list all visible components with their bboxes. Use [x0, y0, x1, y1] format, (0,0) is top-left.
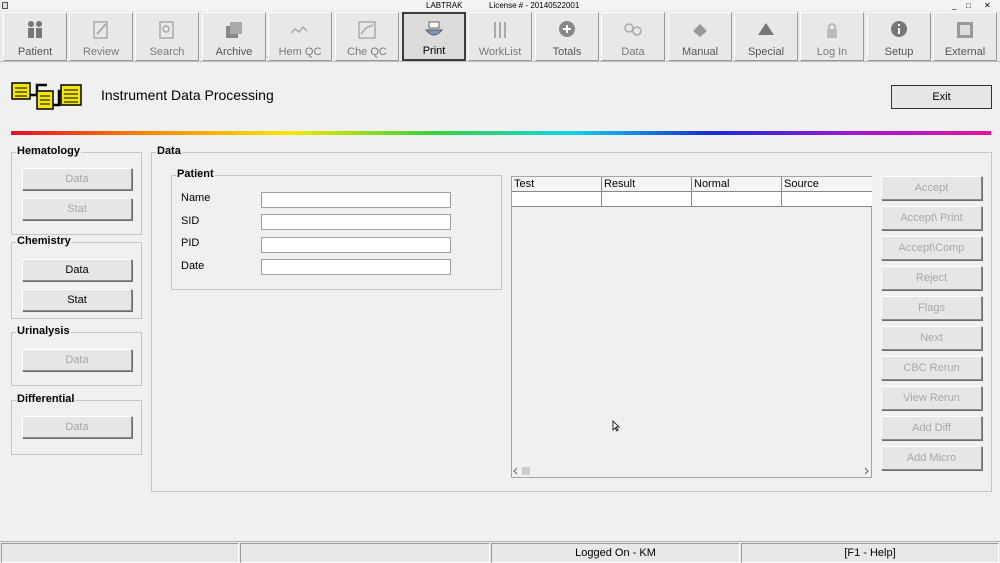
- horizontal-scrollbar[interactable]: [512, 465, 871, 477]
- cell-test[interactable]: [512, 192, 602, 207]
- chemistry-stat-button[interactable]: Stat: [22, 289, 132, 311]
- review-icon: [93, 21, 108, 39]
- hematology-data-button[interactable]: Data: [22, 168, 132, 190]
- accept-button[interactable]: Accept: [881, 176, 982, 200]
- status-bar: Logged On - KM [F1 - Help]: [0, 541, 1000, 563]
- toolbar-special-button[interactable]: Special: [734, 12, 798, 61]
- accept-comp-button[interactable]: Accept\Comp: [881, 236, 982, 260]
- lock-icon: [827, 23, 837, 38]
- column-test[interactable]: Test: [512, 177, 602, 192]
- toolbar-data-button[interactable]: Data: [601, 12, 665, 61]
- flags-button[interactable]: Flags: [881, 296, 982, 320]
- help-hint: [F1 - Help]: [741, 543, 999, 563]
- scroll-right-icon: [864, 467, 869, 475]
- close-button[interactable]: ✕: [984, 0, 991, 11]
- name-field[interactable]: [261, 192, 451, 208]
- toolbar-totals-button[interactable]: Totals: [535, 12, 599, 61]
- grid-header: Test Result Normal Source: [512, 177, 872, 192]
- sid-field[interactable]: [261, 214, 451, 230]
- app-logo: [11, 82, 82, 110]
- pid-field[interactable]: [261, 237, 451, 253]
- cbc-rerun-button[interactable]: CBC Rerun: [881, 356, 982, 380]
- archive-icon: [226, 22, 242, 38]
- info-icon: [891, 21, 907, 37]
- toolbar-hem-qc-button[interactable]: Hem QC: [268, 12, 332, 61]
- add-diff-button[interactable]: Add Diff: [881, 416, 982, 440]
- toolbar-review-button[interactable]: Review: [69, 12, 133, 61]
- sid-label: SID: [181, 215, 200, 227]
- data-icon: [624, 23, 642, 36]
- exit-button[interactable]: Exit: [891, 85, 992, 109]
- toolbar-che-qc-button[interactable]: Che QC: [335, 12, 399, 61]
- urinalysis-group: Urinalysis Data: [11, 325, 142, 386]
- patient-group: Patient Name SID PID Date: [171, 168, 502, 290]
- accept-print-button[interactable]: Accept\ Print: [881, 206, 982, 230]
- reject-button[interactable]: Reject: [881, 266, 982, 290]
- rainbow-divider: [11, 131, 991, 135]
- differential-data-button[interactable]: Data: [22, 416, 132, 438]
- scroll-left-icon: [513, 467, 518, 475]
- pid-label: PID: [181, 237, 200, 249]
- page-title: Instrument Data Processing: [101, 87, 274, 103]
- name-label: Name: [181, 192, 211, 204]
- patient-icon: [28, 21, 42, 38]
- che-qc-icon: [358, 21, 376, 39]
- column-source[interactable]: Source: [782, 177, 872, 192]
- mouse-cursor-icon: [612, 420, 620, 432]
- toolbar-archive-button[interactable]: Archive: [202, 12, 266, 61]
- toolbar-login-button[interactable]: Log In: [800, 12, 864, 61]
- cell-result[interactable]: [602, 192, 692, 207]
- external-icon: [957, 22, 973, 38]
- window-title: LABTRAK: [426, 1, 463, 10]
- special-icon: [758, 23, 774, 35]
- table-row[interactable]: [512, 192, 872, 207]
- status-panel-2: [240, 543, 490, 563]
- urinalysis-data-button[interactable]: Data: [22, 349, 132, 371]
- differential-group: Differential Data: [11, 393, 142, 455]
- totals-icon: [559, 21, 575, 37]
- date-field[interactable]: [261, 259, 451, 275]
- toolbar-print-button[interactable]: Print: [402, 12, 466, 61]
- scroll-thumb: [522, 467, 530, 475]
- add-micro-button[interactable]: Add Micro: [881, 446, 982, 470]
- hem-qc-icon: [290, 25, 308, 34]
- column-normal[interactable]: Normal: [692, 177, 782, 192]
- toolbar-worklist-button[interactable]: WorkList: [468, 12, 532, 61]
- license-number: License # - 20140522001: [489, 1, 580, 10]
- minimize-button[interactable]: _: [952, 0, 956, 11]
- toolbar-external-button[interactable]: External: [933, 12, 997, 61]
- toolbar-search-button[interactable]: Search: [135, 12, 199, 61]
- status-panel-1: [1, 543, 239, 563]
- hematology-stat-button[interactable]: Stat: [22, 198, 132, 220]
- main-toolbar: Patient Review Search Archive Hem QC Che…: [0, 11, 1000, 62]
- toolbar-patient-button[interactable]: Patient: [3, 12, 67, 61]
- cell-source[interactable]: [782, 192, 872, 207]
- view-rerun-button[interactable]: View Rerun: [881, 386, 982, 410]
- manual-icon: [693, 24, 707, 37]
- logged-on-status: Logged On - KM: [491, 543, 740, 563]
- column-result[interactable]: Result: [602, 177, 692, 192]
- app-icon: [2, 2, 8, 9]
- hematology-group: Hematology Data Stat: [11, 145, 142, 235]
- chemistry-group: Chemistry Data Stat: [11, 235, 142, 319]
- chemistry-data-button[interactable]: Data: [22, 259, 132, 281]
- maximize-button[interactable]: □: [966, 0, 971, 11]
- results-grid[interactable]: Test Result Normal Source: [511, 176, 872, 478]
- date-label: Date: [181, 260, 205, 272]
- toolbar-setup-button[interactable]: Setup: [867, 12, 931, 61]
- title-bar: LABTRAK License # - 20140522001 _ □ ✕: [0, 0, 1000, 11]
- toolbar-manual-button[interactable]: Manual: [668, 12, 732, 61]
- print-icon: [424, 21, 444, 36]
- next-button[interactable]: Next: [881, 326, 982, 350]
- worklist-icon: [494, 22, 506, 38]
- cell-normal[interactable]: [692, 192, 782, 207]
- search-icon: [159, 21, 174, 39]
